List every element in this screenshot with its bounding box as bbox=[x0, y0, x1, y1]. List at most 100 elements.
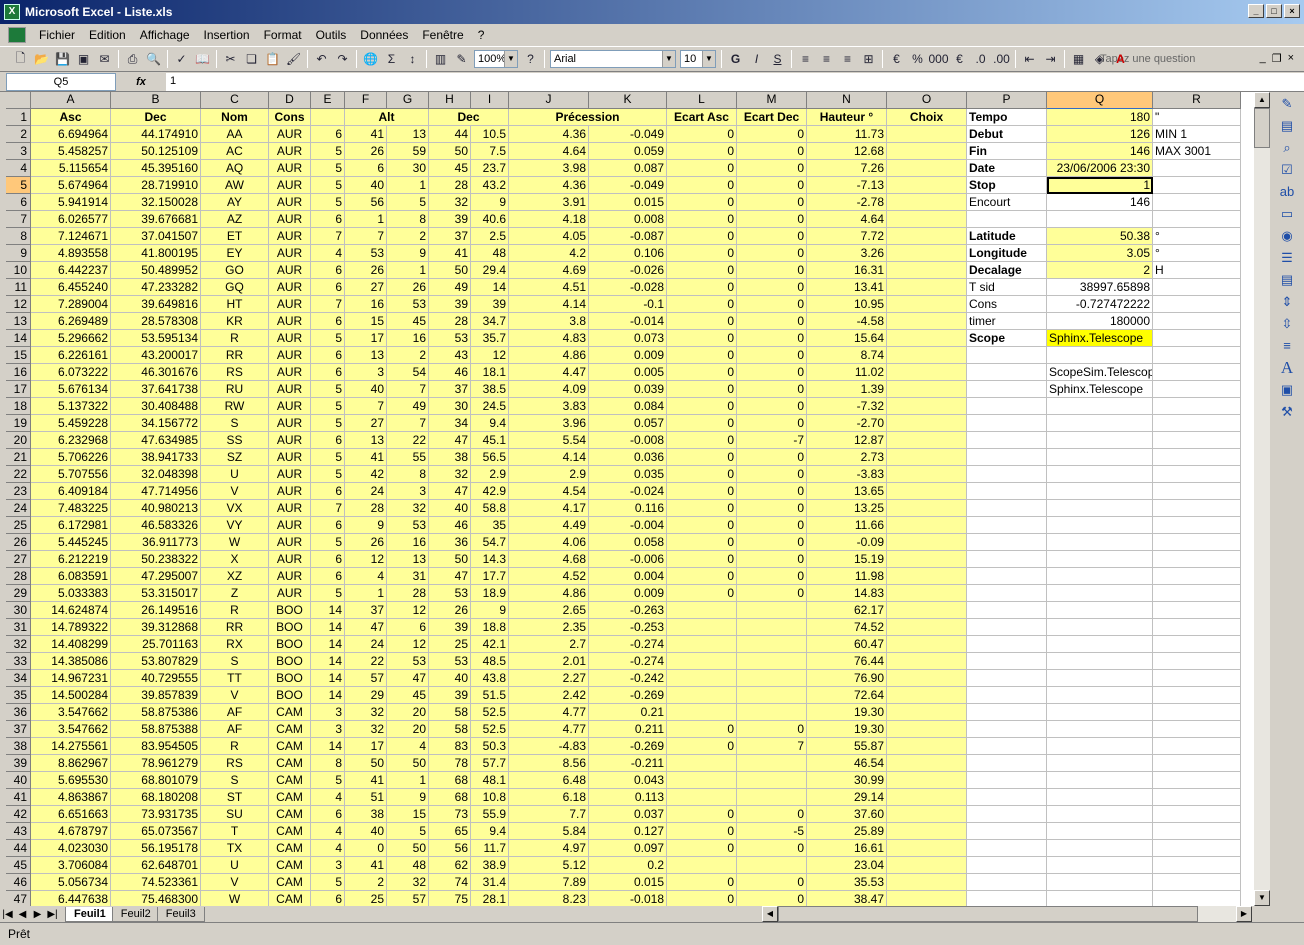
empty-cell[interactable] bbox=[1153, 857, 1241, 874]
data-cell[interactable]: -0.274 bbox=[589, 653, 667, 670]
data-cell[interactable]: 19.30 bbox=[807, 721, 887, 738]
data-cell[interactable]: 26 bbox=[345, 143, 387, 160]
row-header[interactable]: 35 bbox=[6, 687, 31, 704]
empty-cell[interactable] bbox=[1047, 551, 1153, 568]
empty-cell[interactable] bbox=[1047, 857, 1153, 874]
data-cell[interactable]: 14.275561 bbox=[31, 738, 111, 755]
data-cell[interactable]: AUR bbox=[269, 313, 311, 330]
data-cell[interactable]: 6 bbox=[311, 891, 345, 906]
data-cell[interactable]: 41 bbox=[345, 449, 387, 466]
data-cell[interactable]: 47 bbox=[429, 568, 471, 585]
data-cell[interactable]: AUR bbox=[269, 568, 311, 585]
scroll-up-icon[interactable]: ▲ bbox=[1254, 92, 1270, 108]
data-cell[interactable]: 35.7 bbox=[471, 330, 509, 347]
data-cell[interactable]: 40.729555 bbox=[111, 670, 201, 687]
data-cell[interactable]: 3 bbox=[311, 857, 345, 874]
data-cell[interactable]: 5.941914 bbox=[31, 194, 111, 211]
data-cell[interactable]: 0 bbox=[667, 449, 737, 466]
data-cell[interactable]: 4.77 bbox=[509, 721, 589, 738]
data-cell[interactable]: 24 bbox=[345, 636, 387, 653]
data-cell[interactable]: 40 bbox=[345, 381, 387, 398]
data-cell[interactable]: 0.039 bbox=[589, 381, 667, 398]
empty-cell[interactable] bbox=[1047, 432, 1153, 449]
data-cell[interactable]: 50 bbox=[387, 840, 429, 857]
autosum-icon[interactable]: Σ bbox=[381, 49, 402, 69]
data-cell[interactable]: 41 bbox=[345, 772, 387, 789]
row-header[interactable]: 34 bbox=[6, 670, 31, 687]
data-cell[interactable]: 0.057 bbox=[589, 415, 667, 432]
data-cell[interactable]: AUR bbox=[269, 517, 311, 534]
column-header-P[interactable]: P bbox=[967, 92, 1047, 109]
column-header-I[interactable]: I bbox=[471, 92, 509, 109]
data-cell[interactable]: 9 bbox=[471, 602, 509, 619]
empty-cell[interactable] bbox=[1153, 806, 1241, 823]
chart-wizard-icon[interactable]: ▥ bbox=[430, 49, 451, 69]
choix-cell[interactable] bbox=[887, 619, 967, 636]
hyperlink-icon[interactable]: 🌐 bbox=[360, 49, 381, 69]
data-cell[interactable]: BOO bbox=[269, 653, 311, 670]
data-cell[interactable]: CAM bbox=[269, 721, 311, 738]
data-cell[interactable]: BOO bbox=[269, 619, 311, 636]
data-cell[interactable]: 14 bbox=[471, 279, 509, 296]
merge-center-icon[interactable]: ⊞ bbox=[858, 49, 879, 69]
data-cell[interactable]: 9.4 bbox=[471, 823, 509, 840]
data-cell[interactable]: 32 bbox=[387, 500, 429, 517]
data-cell[interactable]: 2.35 bbox=[509, 619, 589, 636]
data-cell[interactable]: AUR bbox=[269, 211, 311, 228]
cut-icon[interactable]: ✂ bbox=[220, 49, 241, 69]
data-cell[interactable]: 78 bbox=[429, 755, 471, 772]
data-cell[interactable]: -0.018 bbox=[589, 891, 667, 906]
data-cell[interactable]: -0.211 bbox=[589, 755, 667, 772]
vertical-scrollbar[interactable]: ▲ ▼ bbox=[1254, 92, 1270, 906]
data-cell[interactable]: 12 bbox=[387, 602, 429, 619]
row-header[interactable]: 7 bbox=[6, 211, 31, 228]
data-cell[interactable]: 4.36 bbox=[509, 126, 589, 143]
empty-cell[interactable] bbox=[1153, 755, 1241, 772]
data-cell[interactable]: 23.7 bbox=[471, 160, 509, 177]
data-cell[interactable]: 0.059 bbox=[589, 143, 667, 160]
choix-cell[interactable] bbox=[887, 500, 967, 517]
row-header[interactable]: 16 bbox=[6, 364, 31, 381]
data-cell[interactable]: 5 bbox=[311, 177, 345, 194]
sort-ascending-icon[interactable]: ↕ bbox=[402, 49, 423, 69]
data-cell[interactable]: 5.706226 bbox=[31, 449, 111, 466]
data-cell[interactable]: 39.676681 bbox=[111, 211, 201, 228]
data-cell[interactable]: 5 bbox=[387, 194, 429, 211]
data-cell[interactable]: 2.9 bbox=[471, 466, 509, 483]
data-cell[interactable]: 4.023030 bbox=[31, 840, 111, 857]
scroll-thumb[interactable] bbox=[1254, 108, 1270, 148]
data-cell[interactable]: 15 bbox=[345, 313, 387, 330]
data-cell[interactable]: 0 bbox=[667, 551, 737, 568]
data-cell[interactable]: 5.674964 bbox=[31, 177, 111, 194]
column-header-O[interactable]: O bbox=[887, 92, 967, 109]
menu-0[interactable]: Fichier bbox=[32, 28, 82, 42]
empty-cell[interactable] bbox=[1047, 721, 1153, 738]
increase-decimal-icon[interactable]: .0 bbox=[970, 49, 991, 69]
data-cell[interactable]: 34 bbox=[429, 415, 471, 432]
data-cell[interactable]: 0 bbox=[667, 228, 737, 245]
data-cell[interactable]: V bbox=[201, 874, 269, 891]
data-cell[interactable]: 4.09 bbox=[509, 381, 589, 398]
data-cell[interactable]: 14.408299 bbox=[31, 636, 111, 653]
data-cell[interactable]: 0 bbox=[737, 296, 807, 313]
empty-cell[interactable] bbox=[967, 721, 1047, 738]
data-cell[interactable]: 2.7 bbox=[509, 636, 589, 653]
data-cell[interactable]: 47 bbox=[345, 619, 387, 636]
data-cell[interactable]: 4.678797 bbox=[31, 823, 111, 840]
empty-cell[interactable] bbox=[967, 823, 1047, 840]
row-header[interactable]: 9 bbox=[6, 245, 31, 262]
column-header-R[interactable]: R bbox=[1153, 92, 1241, 109]
data-cell[interactable]: 0.043 bbox=[589, 772, 667, 789]
font-color-icon[interactable]: A bbox=[1110, 49, 1131, 69]
data-cell[interactable]: 4.18 bbox=[509, 211, 589, 228]
data-cell[interactable]: 7 bbox=[311, 500, 345, 517]
data-cell[interactable]: 1.39 bbox=[807, 381, 887, 398]
data-cell[interactable]: 2 bbox=[387, 228, 429, 245]
data-cell[interactable]: 68 bbox=[429, 772, 471, 789]
empty-cell[interactable] bbox=[1153, 789, 1241, 806]
data-cell[interactable]: 3 bbox=[345, 364, 387, 381]
data-cell[interactable]: 28 bbox=[429, 313, 471, 330]
data-cell[interactable]: 13 bbox=[387, 551, 429, 568]
data-cell[interactable]: 3.91 bbox=[509, 194, 589, 211]
empty-cell[interactable] bbox=[967, 874, 1047, 891]
